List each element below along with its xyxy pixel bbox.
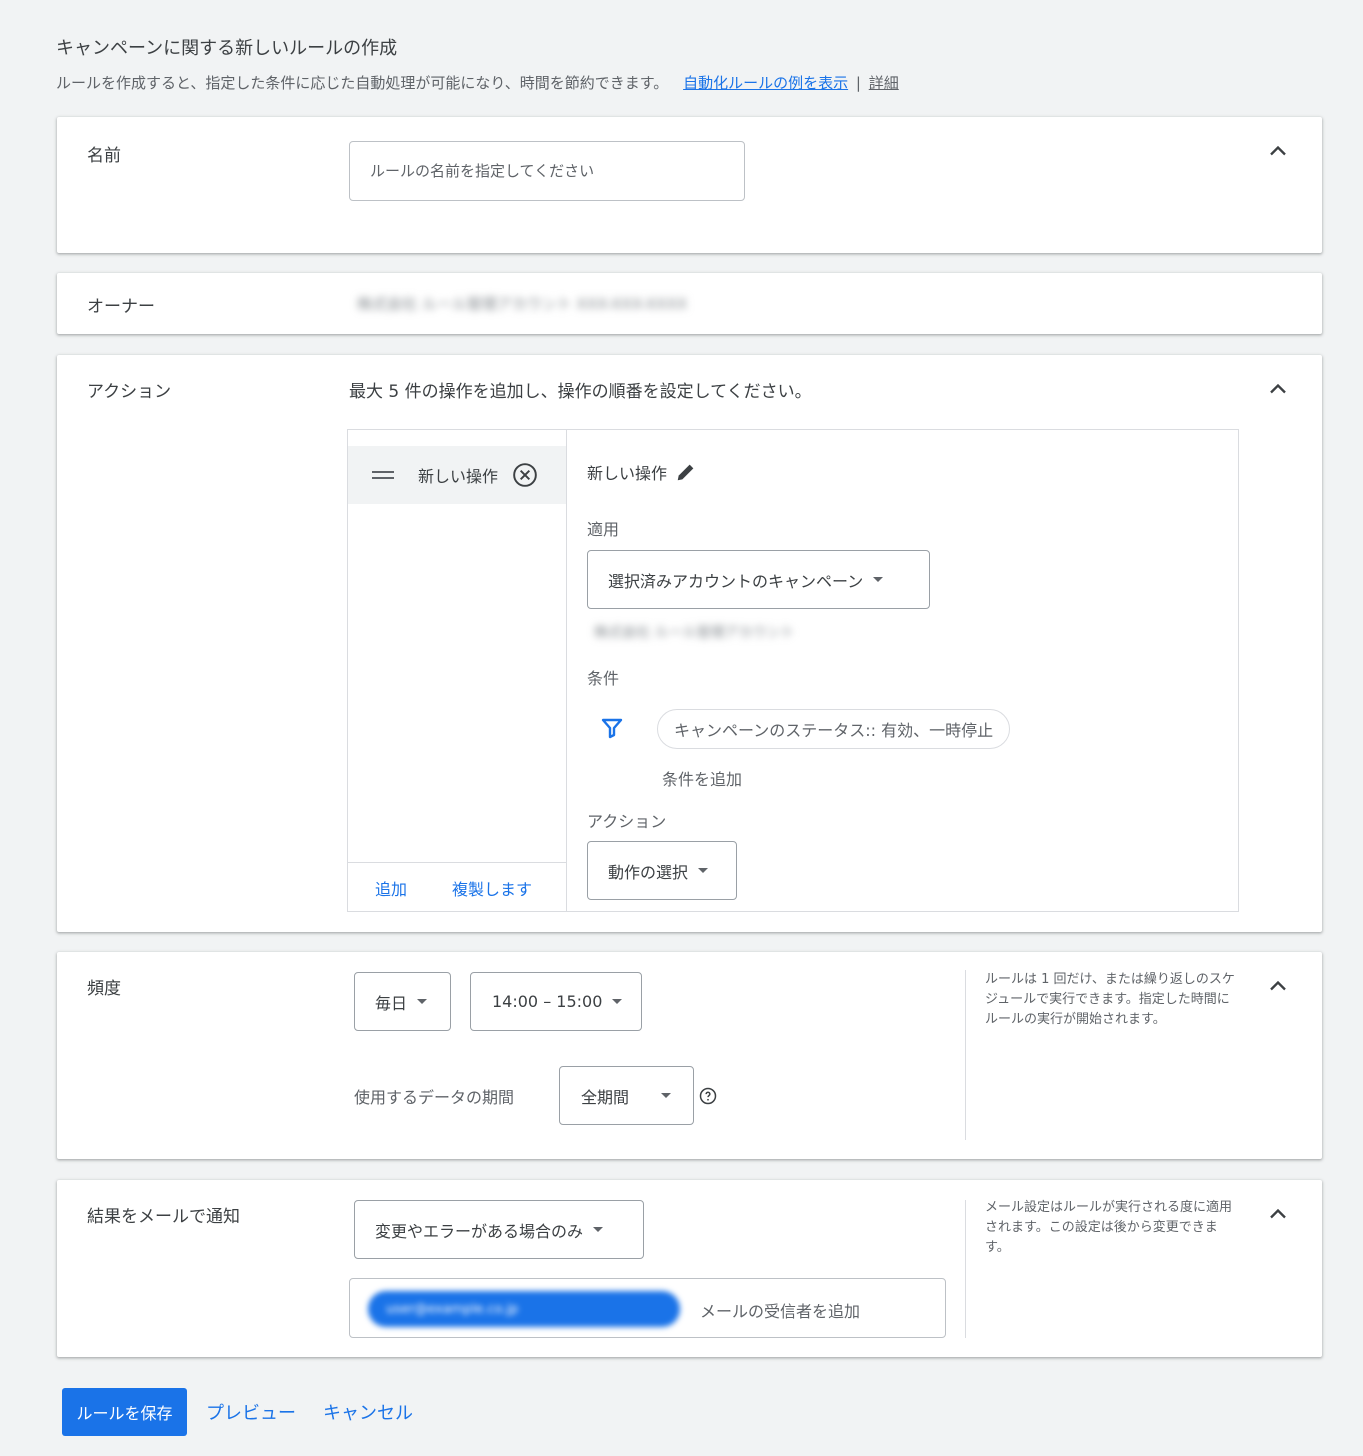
- email-notify-label: 結果をメールで通知: [87, 1207, 240, 1227]
- recipient-chip-text: user@example.co.jp: [386, 1301, 519, 1317]
- filter-icon: [600, 716, 624, 740]
- email-card: 結果をメールで通知 変更やエラーがある場合のみ user@example.co.…: [57, 1180, 1322, 1357]
- data-period-dropdown[interactable]: 全期間: [559, 1066, 694, 1125]
- recipient-chip[interactable]: user@example.co.jp: [368, 1291, 680, 1327]
- time-dropdown[interactable]: 14:00 – 15:00: [470, 972, 642, 1031]
- link-separator: |: [855, 74, 861, 92]
- chevron-down-icon: [873, 577, 884, 582]
- action-select-dropdown[interactable]: 動作の選択: [587, 841, 737, 900]
- frequency-label: 頻度: [87, 979, 121, 999]
- owner-card: オーナー 株式会社 ルール管理アカウント XXX-XXX-XXXX: [57, 273, 1322, 334]
- rule-name-placeholder: ルールの名前を指定してください: [370, 162, 595, 180]
- operation-item[interactable]: 新しい操作: [348, 446, 566, 504]
- apply-scope-dropdown[interactable]: 選択済みアカウントのキャンペーン: [587, 550, 930, 609]
- data-period-value: 全期間: [581, 1087, 630, 1107]
- collapse-frequency-chevron-up-icon[interactable]: [1264, 972, 1292, 1000]
- collapse-action-chevron-up-icon[interactable]: [1264, 375, 1292, 403]
- chevron-down-icon: [593, 1227, 604, 1232]
- condition-chip[interactable]: キャンペーンのステータス:: 有効、一時停止: [657, 709, 1011, 749]
- frequency-note: ルールは 1 回だけ、または繰り返しのスケジュールで実行できます。指定した時間に…: [985, 972, 1235, 1027]
- operation-title: 新しい操作: [587, 460, 697, 484]
- add-condition-button[interactable]: 条件を追加: [662, 766, 742, 790]
- action-label: アクション: [587, 812, 667, 831]
- email-divider: [965, 1200, 966, 1338]
- remove-operation-close-icon[interactable]: [512, 462, 538, 488]
- recipients-field[interactable]: user@example.co.jp メールの受信者を追加: [349, 1278, 946, 1338]
- frequency-card: 頻度 毎日 14:00 – 15:00 使用するデータの期間 全期間 ルールは …: [57, 952, 1322, 1159]
- operations-editor: 新しい操作 追加 複製します 新しい操作 適用 選択済みアカウントのキャンペーン: [347, 429, 1239, 912]
- add-operation-button[interactable]: 追加: [375, 876, 407, 900]
- chevron-down-icon: [698, 868, 709, 873]
- action-select-value: 動作の選択: [608, 862, 689, 882]
- time-value: 14:00 – 15:00: [492, 992, 603, 1011]
- page-title: キャンペーンに関する新しいルールの作成: [56, 38, 398, 59]
- name-label: 名前: [87, 146, 121, 166]
- action-card: アクション 最大 5 件の操作を追加し、操作の順番を設定してください。 新しい操…: [57, 355, 1322, 932]
- frequency-dropdown[interactable]: 毎日: [354, 972, 451, 1031]
- chevron-down-icon: [417, 999, 428, 1004]
- email-notify-value: 変更やエラーがある場合のみ: [375, 1221, 584, 1241]
- operation-title-text: 新しい操作: [587, 464, 668, 483]
- apply-scope-value: 選択済みアカウントのキャンペーン: [608, 571, 864, 591]
- condition-label: 条件: [587, 669, 620, 688]
- page-subtitle: ルールを作成すると、指定した条件に応じた自動処理が可能になり、時間を節約できます…: [56, 72, 899, 93]
- operations-list: 新しい操作 追加 複製します: [348, 430, 567, 911]
- add-recipient-placeholder: メールの受信者を追加: [700, 1302, 861, 1321]
- edit-title-pencil-icon[interactable]: [675, 461, 697, 483]
- details-link[interactable]: 詳細: [869, 74, 899, 92]
- preview-button[interactable]: プレビュー: [206, 1399, 296, 1425]
- name-card: 名前 ルールの名前を指定してください: [57, 117, 1322, 253]
- chevron-down-icon: [612, 999, 623, 1004]
- action-instruction: 最大 5 件の操作を追加し、操作の順番を設定してください。: [349, 382, 812, 402]
- owner-label: オーナー: [87, 297, 155, 317]
- example-rules-link[interactable]: 自動化ルールの例を表示: [683, 74, 848, 92]
- frequency-divider: [965, 970, 966, 1140]
- email-notify-dropdown[interactable]: 変更やエラーがある場合のみ: [354, 1200, 644, 1259]
- collapse-email-chevron-up-icon[interactable]: [1264, 1200, 1292, 1228]
- cancel-button[interactable]: キャンセル: [323, 1399, 413, 1425]
- owner-value: 株式会社 ルール管理アカウント XXX-XXX-XXXX: [357, 295, 688, 313]
- operation-item-label: 新しい操作: [418, 467, 499, 486]
- apply-account: 株式会社 ルール管理アカウント: [594, 625, 795, 641]
- frequency-value: 毎日: [375, 993, 408, 1013]
- subtitle-text: ルールを作成すると、指定した条件に応じた自動処理が可能になり、時間を節約できます…: [56, 74, 669, 92]
- email-note: メール設定はルールが実行される度に適用されます。この設定は後から変更できます。: [985, 1200, 1233, 1255]
- drag-handle-icon[interactable]: [372, 466, 394, 485]
- rule-name-input[interactable]: ルールの名前を指定してください: [349, 141, 745, 201]
- save-rule-button[interactable]: ルールを保存: [62, 1388, 187, 1436]
- data-period-label: 使用するデータの期間: [354, 1088, 515, 1107]
- chevron-down-icon: [661, 1093, 671, 1098]
- apply-label: 適用: [587, 520, 620, 539]
- duplicate-operation-button[interactable]: 複製します: [452, 876, 532, 900]
- help-icon[interactable]: [699, 1087, 717, 1105]
- operation-detail: 新しい操作 適用 選択済みアカウントのキャンペーン 株式会社 ルール管理アカウン…: [568, 430, 1238, 911]
- collapse-name-chevron-up-icon[interactable]: [1264, 137, 1292, 165]
- condition-chip-text: キャンペーンのステータス:: 有効、一時停止: [674, 721, 994, 740]
- action-section-label: アクション: [87, 382, 172, 402]
